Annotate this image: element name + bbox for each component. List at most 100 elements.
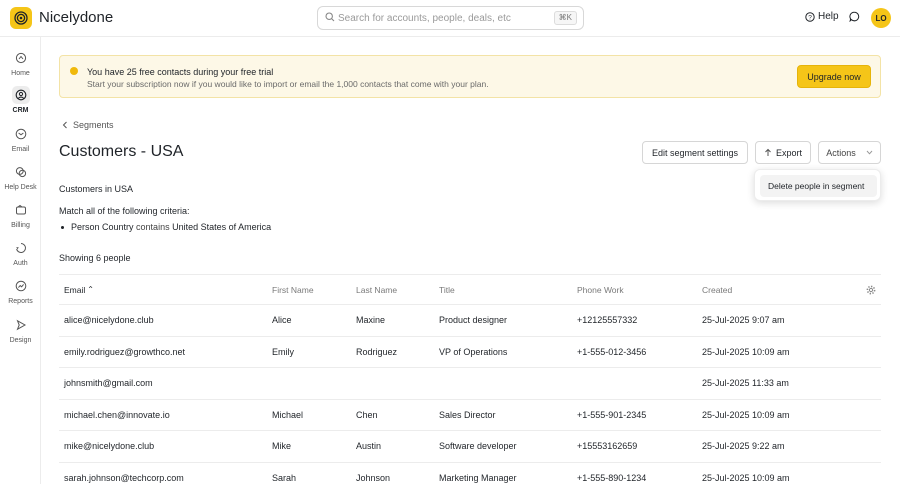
actions-button[interactable]: Actions xyxy=(818,141,881,164)
sidebar-item-label: Help Desk xyxy=(4,184,37,191)
column-header-created[interactable]: Created xyxy=(702,275,732,304)
gear-icon xyxy=(866,285,876,294)
cell-created: 25-Jul-2025 10:09 am xyxy=(702,346,790,357)
design-icon xyxy=(16,319,26,331)
table-row[interactable]: mike@nicelydone.club Mike Austin Softwar… xyxy=(59,431,881,463)
cell-first-name: Alice xyxy=(272,315,292,326)
cell-last-name: Rodriguez xyxy=(356,346,398,357)
logo[interactable] xyxy=(10,7,32,29)
billing-icon xyxy=(15,204,26,215)
sidebar-item-email[interactable]: Email xyxy=(0,125,41,159)
search-shortcut-badge: ⌘K xyxy=(553,11,577,25)
sidebar-item-billing[interactable]: Billing xyxy=(0,201,41,235)
cell-email[interactable]: mike@nicelydone.club xyxy=(64,431,154,462)
help-button[interactable]: ? Help xyxy=(805,11,839,22)
actions-label: Actions xyxy=(826,147,856,158)
cell-first-name: Michael xyxy=(272,409,304,420)
column-header-phone-work[interactable]: Phone Work xyxy=(577,275,624,304)
criteria-heading: Match all of the following criteria: xyxy=(59,206,190,216)
sidebar-item-help-desk[interactable]: Help Desk xyxy=(0,163,41,197)
cell-first-name: Emily xyxy=(272,346,294,357)
sidebar-item-label: CRM xyxy=(12,107,29,114)
segment-description: Customers in USA xyxy=(59,184,134,194)
cell-email[interactable]: sarah.johnson@techcorp.com xyxy=(64,463,184,484)
export-button[interactable]: Export xyxy=(755,141,811,164)
cell-email[interactable]: emily.rodriguez@growthco.net xyxy=(64,337,185,368)
avatar[interactable]: LO xyxy=(871,8,891,28)
people-table: Email ⌃ First Name Last Name Title Phone… xyxy=(59,274,881,484)
sidebar-item-label: Billing xyxy=(11,222,30,229)
column-settings-button[interactable] xyxy=(866,275,876,304)
search-box[interactable]: ⌘K xyxy=(317,6,584,30)
delete-people-in-segment-menu-item[interactable]: Delete people in segment xyxy=(760,175,877,197)
top-bar: Nicelydone ⌘K ? Help LO xyxy=(0,0,900,37)
trial-banner: You have 25 free contacts during your fr… xyxy=(59,55,881,98)
cell-phone-work: +1-555-890-1234 xyxy=(577,472,647,483)
breadcrumb-back-link[interactable]: Segments xyxy=(62,120,114,130)
chevron-down-icon xyxy=(866,150,873,155)
logo-icon xyxy=(14,11,28,25)
home-icon xyxy=(15,52,26,64)
page-title: Customers - USA xyxy=(59,143,184,160)
sidebar-item-label: Design xyxy=(9,337,32,344)
table-row[interactable]: michael.chen@innovate.io Michael Chen Sa… xyxy=(59,400,881,431)
cell-email[interactable]: johnsmith@gmail.com xyxy=(64,368,153,399)
column-header-title[interactable]: Title xyxy=(439,275,455,304)
cell-title: Product designer xyxy=(439,315,508,326)
column-header-first-name[interactable]: First Name xyxy=(272,275,314,304)
cell-title: Software developer xyxy=(439,441,517,452)
criteria-field: Person Country xyxy=(71,222,134,232)
table-header-row: Email ⌃ First Name Last Name Title Phone… xyxy=(59,274,881,305)
column-header-last-name[interactable]: Last Name xyxy=(356,275,397,304)
email-icon xyxy=(15,128,26,140)
table-row[interactable]: johnsmith@gmail.com 25-Jul-2025 11:33 am xyxy=(59,368,881,400)
cell-created: 25-Jul-2025 10:09 am xyxy=(702,409,790,420)
help-circle-icon: ? xyxy=(805,11,815,22)
criteria-item: Person Country contains United States of… xyxy=(59,222,271,232)
cell-last-name: Chen xyxy=(356,409,378,420)
cell-created: 25-Jul-2025 11:33 am xyxy=(702,378,789,389)
sidebar-item-reports[interactable]: Reports xyxy=(0,277,41,311)
criteria-value: United States of America xyxy=(172,222,272,232)
chevron-left-icon xyxy=(62,121,67,129)
brand-name: Nicelydone xyxy=(39,9,114,26)
sidebar-item-label: Reports xyxy=(8,298,33,305)
cell-created: 25-Jul-2025 10:09 am xyxy=(702,472,790,483)
chat-icon[interactable] xyxy=(849,11,860,22)
sidebar-item-label: Home xyxy=(11,70,30,77)
cell-email[interactable]: alice@nicelydone.club xyxy=(64,305,154,336)
column-header-email[interactable]: Email ⌃ xyxy=(64,275,94,304)
cell-last-name: Austin xyxy=(356,441,382,452)
svg-text:?: ? xyxy=(808,14,812,21)
sidebar-item-auth[interactable]: Auth xyxy=(0,239,41,273)
sidebar-item-design[interactable]: Design xyxy=(0,316,41,350)
edit-segment-settings-button[interactable]: Edit segment settings xyxy=(642,141,748,164)
crm-icon xyxy=(15,89,26,101)
criteria-operator: contains xyxy=(136,222,170,232)
cell-created: 25-Jul-2025 9:07 am xyxy=(702,315,785,326)
upgrade-button[interactable]: Upgrade now xyxy=(797,65,871,88)
cell-last-name: Maxine xyxy=(356,315,386,326)
sort-ascending-icon: ⌃ xyxy=(87,285,94,294)
actions-dropdown-menu: Delete people in segment xyxy=(754,169,881,201)
sidebar-item-home[interactable]: Home xyxy=(0,49,41,83)
sidebar-item-crm[interactable]: CRM xyxy=(0,86,41,120)
cell-email[interactable]: michael.chen@innovate.io xyxy=(64,400,170,431)
table-row[interactable]: alice@nicelydone.club Alice Maxine Produ… xyxy=(59,305,881,337)
cell-title: VP of Operations xyxy=(439,346,508,357)
search-input[interactable] xyxy=(338,10,553,26)
sidebar: Home CRM Email Help Desk Billing Auth Re… xyxy=(0,37,41,484)
search-icon xyxy=(325,12,335,22)
cell-title: Sales Director xyxy=(439,409,496,420)
breadcrumb-label: Segments xyxy=(73,120,114,130)
help-desk-icon xyxy=(15,167,26,178)
edit-segment-settings-label: Edit segment settings xyxy=(651,147,739,158)
table-row[interactable]: emily.rodriguez@growthco.net Emily Rodri… xyxy=(59,337,881,368)
cell-created: 25-Jul-2025 9:22 am xyxy=(702,441,785,452)
cell-first-name: Sarah xyxy=(272,472,297,483)
cell-phone-work: +1-555-012-3456 xyxy=(577,346,647,357)
cell-phone-work: +1-555-901-2345 xyxy=(577,409,647,420)
table-row[interactable]: sarah.johnson@techcorp.com Sarah Johnson… xyxy=(59,463,881,484)
alert-dot-icon xyxy=(70,67,78,75)
showing-count: Showing 6 people xyxy=(59,253,131,263)
